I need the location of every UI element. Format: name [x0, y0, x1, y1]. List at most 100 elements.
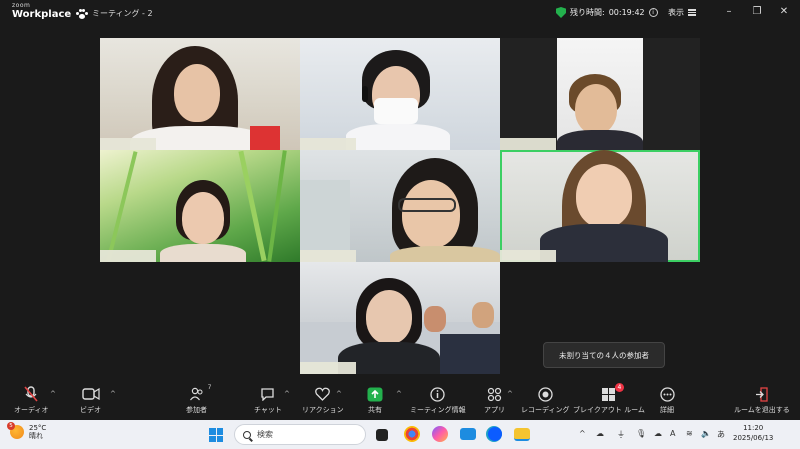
view-button[interactable]: 表示: [668, 7, 696, 18]
view-label: 表示: [668, 8, 684, 17]
more-button[interactable]: 詳細: [658, 386, 676, 415]
video-tile[interactable]: [500, 38, 700, 150]
breakout-badge: 4: [614, 383, 624, 392]
meeting-info-label: ミーティング情報: [410, 406, 466, 414]
share-label: 共有: [368, 406, 382, 414]
microphone-tray-icon[interactable]: 🎙: [636, 429, 646, 438]
more-label: 詳細: [660, 406, 674, 414]
clock[interactable]: 11:20 2025/06/13: [733, 424, 773, 444]
logo-bottom-text: Workplace: [12, 9, 72, 20]
meeting-info-button[interactable]: ミーティング情報: [410, 386, 466, 415]
minimize-icon[interactable]: –: [722, 6, 736, 17]
meeting-title: ミーティング - 2: [76, 8, 153, 19]
video-tile[interactable]: [100, 38, 300, 150]
tooltip-text: 未割り当ての４人の参加者: [559, 350, 649, 360]
unassigned-participants-tooltip: 未割り当ての４人の参加者: [543, 342, 665, 368]
participants-label: 参加者: [186, 406, 207, 414]
leave-room-label: ルームを退出する: [734, 406, 790, 414]
copilot-icon[interactable]: [432, 426, 448, 442]
video-tile[interactable]: [300, 38, 500, 150]
volume-icon[interactable]: 🔈: [701, 429, 711, 438]
camera-icon: [81, 386, 100, 402]
title-bar: zoom Workplace ミーティング - 2 残り時間: 00:19:42…: [0, 0, 800, 28]
restore-icon[interactable]: ❐: [750, 6, 764, 17]
share-screen-icon: [366, 386, 384, 402]
breakout-rooms-icon: 4: [600, 383, 624, 402]
leave-room-button[interactable]: ルームを退出する: [734, 386, 790, 415]
apps-button[interactable]: アプリ: [484, 386, 505, 415]
leave-room-icon: [753, 386, 771, 402]
audio-label: オーディオ: [14, 406, 49, 414]
chat-caret-icon[interactable]: ^: [284, 390, 290, 398]
meeting-toolbar: オーディオ ^ ビデオ ^ 7 参加者 チャット ^ リアクション ^ 共有 ^: [0, 383, 800, 420]
close-icon[interactable]: ✕: [777, 6, 791, 17]
chat-icon: [259, 386, 277, 402]
chrome-icon[interactable]: [404, 426, 420, 442]
search-icon: [243, 430, 251, 439]
info-circle-icon: [429, 386, 447, 402]
task-view-icon[interactable]: [376, 429, 388, 441]
apps-caret-icon[interactable]: ^: [507, 390, 513, 398]
reactions-label: リアクション: [302, 406, 344, 414]
video-tile[interactable]: [300, 262, 500, 374]
remaining-time-value: 00:19:42: [608, 8, 645, 17]
video-label: ビデオ: [80, 406, 101, 414]
ime-mode-text[interactable]: あ: [717, 429, 725, 440]
share-button[interactable]: 共有: [366, 386, 384, 415]
info-icon[interactable]: i: [648, 8, 658, 17]
video-tile-active-speaker[interactable]: [500, 150, 700, 262]
windows-taskbar: 5 25°C 晴れ 検索 ^ ☁ ⏚ 🎙 ☁ A ≋ 🔈 あ 11:20 202…: [0, 420, 800, 449]
share-caret-icon[interactable]: ^: [396, 390, 402, 398]
onedrive-icon[interactable]: ☁: [596, 429, 604, 438]
weather-sun-icon: 5: [7, 422, 24, 440]
chat-label: チャット: [254, 406, 282, 414]
apps-label: アプリ: [484, 406, 505, 414]
tray-a-text[interactable]: A: [670, 429, 675, 438]
video-grid: [100, 38, 700, 376]
name-plate: [500, 138, 556, 150]
name-plate: [100, 250, 156, 262]
name-plate: [100, 138, 156, 150]
record-button[interactable]: レコーディング: [521, 386, 570, 415]
video-button[interactable]: ビデオ: [80, 386, 101, 415]
clock-date: 2025/06/13: [733, 433, 774, 442]
shield-icon[interactable]: [556, 7, 566, 18]
chat-button[interactable]: チャット: [254, 386, 282, 415]
tray-chevron-icon[interactable]: ^: [579, 429, 586, 438]
taskbar-search-input[interactable]: 検索: [234, 424, 366, 445]
windows-start-icon[interactable]: [209, 428, 223, 442]
video-tile[interactable]: [300, 150, 500, 262]
breakout-rooms-button[interactable]: 4 ブレイクアウト ルーム: [573, 383, 645, 415]
wifi-icon[interactable]: ≋: [686, 429, 693, 438]
participants-icon: 7: [188, 384, 212, 402]
monitor-icon[interactable]: [460, 428, 476, 440]
usb-icon[interactable]: ⏚: [617, 429, 625, 440]
weather-widget[interactable]: 5 25°C 晴れ: [7, 422, 46, 441]
search-placeholder: 検索: [257, 430, 273, 439]
name-plate: [300, 250, 356, 262]
record-label: レコーディング: [521, 406, 570, 414]
heart-icon: [314, 386, 332, 402]
audio-caret-icon[interactable]: ^: [50, 390, 56, 398]
zoom-logo: zoom Workplace: [12, 3, 71, 20]
participants-button[interactable]: 7 参加者: [186, 384, 212, 415]
video-tile[interactable]: [100, 150, 300, 262]
remaining-label: 残り時間:: [570, 8, 605, 17]
video-caret-icon[interactable]: ^: [110, 390, 116, 398]
audio-button[interactable]: オーディオ: [14, 386, 49, 415]
clock-time: 11:20: [743, 424, 764, 432]
cloud-sync-icon[interactable]: ☁: [654, 429, 662, 438]
weather-badge: 5: [7, 422, 15, 431]
file-explorer-icon[interactable]: [514, 428, 530, 441]
more-dots-icon: [658, 386, 676, 402]
apps-icon: [486, 386, 504, 402]
paw-icon: [76, 8, 88, 19]
grid-view-icon: [688, 9, 696, 16]
mic-muted-icon: [22, 386, 40, 402]
breakout-label: ブレイクアウト ルーム: [573, 406, 645, 414]
meeting-title-text: ミーティング - 2: [92, 9, 153, 18]
reactions-caret-icon[interactable]: ^: [336, 390, 342, 398]
zoom-app-icon[interactable]: [488, 427, 502, 441]
remaining-time: 残り時間: 00:19:42 i: [556, 7, 658, 18]
record-icon: [536, 386, 554, 402]
